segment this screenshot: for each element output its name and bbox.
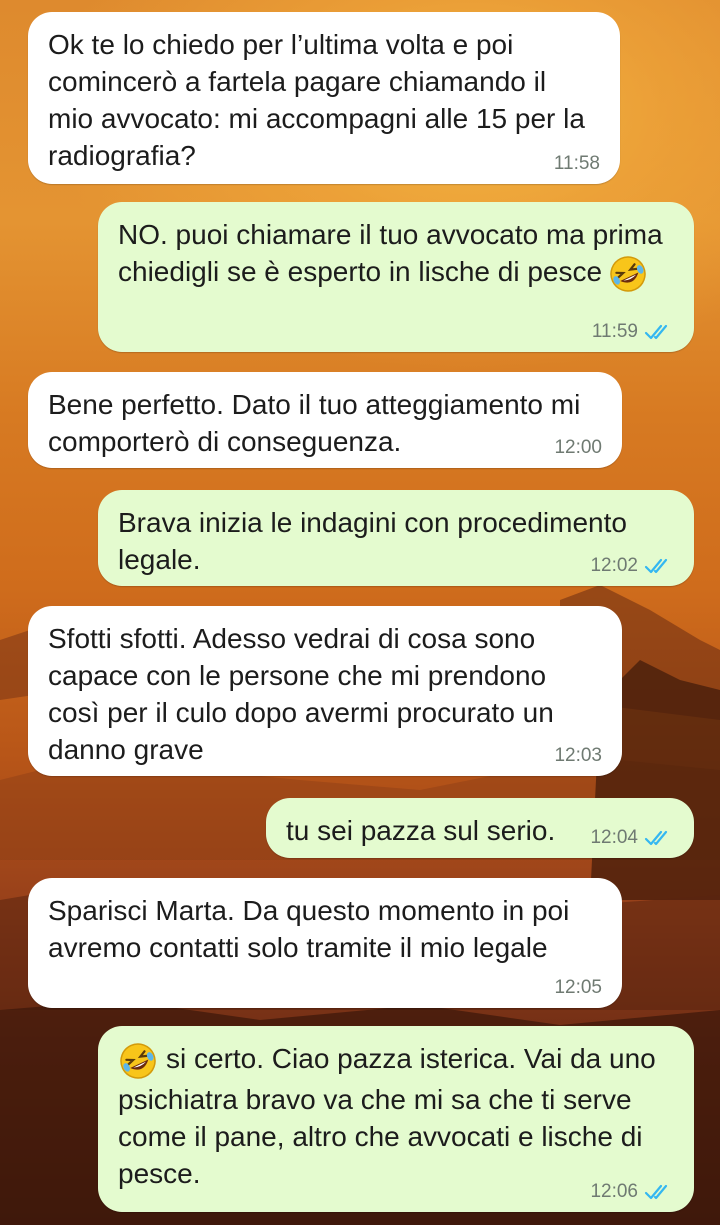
message-text-body: NO. puoi chiamare il tuo avvocato ma pri…: [118, 219, 663, 287]
read-receipt-icon: [644, 830, 668, 846]
read-receipt-icon: [644, 1184, 668, 1200]
message-time: 12:04: [590, 827, 638, 848]
message-text: NO. puoi chiamare il tuo avvocato ma pri…: [118, 216, 672, 294]
message-text: Brava inizia le indagini con procediment…: [118, 507, 627, 575]
message-bubble-incoming[interactable]: Sfotti sfotti. Adesso vedrai di cosa son…: [28, 606, 622, 776]
rolling-on-floor-laughing-emoji: [120, 1042, 156, 1079]
message-bubble-outgoing[interactable]: Brava inizia le indagini con procediment…: [98, 490, 694, 586]
message-text: Bene perfetto. Dato il tuo atteggiamento…: [48, 389, 581, 457]
read-receipt-icon: [644, 324, 668, 340]
message-meta: 12:02: [590, 556, 674, 576]
message-meta: 12:03: [554, 746, 602, 766]
message-time: 12:00: [554, 437, 602, 458]
message-meta: 12:05: [554, 978, 602, 998]
message-text: Sfotti sfotti. Adesso vedrai di cosa son…: [48, 623, 554, 765]
message-bubble-incoming[interactable]: Sparisci Marta. Da questo momento in poi…: [28, 878, 622, 1008]
message-text: si certo. Ciao pazza isterica. Vai da un…: [118, 1040, 672, 1192]
message-text-body: si certo. Ciao pazza isterica. Vai da un…: [118, 1043, 656, 1189]
read-receipt-icon: [644, 558, 668, 574]
message-bubble-outgoing[interactable]: si certo. Ciao pazza isterica. Vai da un…: [98, 1026, 694, 1212]
message-text: Sparisci Marta. Da questo momento in poi…: [48, 895, 570, 963]
message-bubble-outgoing[interactable]: NO. puoi chiamare il tuo avvocato ma pri…: [98, 202, 694, 352]
message-time: 12:03: [554, 745, 602, 766]
message-meta: 12:00: [554, 438, 602, 458]
message-meta: 12:04: [590, 828, 674, 848]
message-time: 11:59: [591, 321, 638, 342]
message-time: 12:06: [590, 1181, 638, 1202]
chat-conversation: Ok te lo chiedo per l’ultima volta e poi…: [0, 0, 720, 1225]
rolling-on-floor-laughing-emoji: [610, 255, 646, 292]
message-bubble-incoming[interactable]: Ok te lo chiedo per l’ultima volta e poi…: [28, 12, 620, 184]
message-time: 11:58: [553, 153, 600, 174]
message-time: 12:02: [590, 555, 638, 576]
message-time: 12:05: [554, 977, 602, 998]
message-meta: 11:58: [554, 154, 600, 174]
message-meta: 12:06: [590, 1182, 674, 1202]
message-meta: 11:59: [592, 322, 674, 342]
message-text: Ok te lo chiedo per l’ultima volta e poi…: [48, 29, 585, 171]
message-bubble-outgoing[interactable]: tu sei pazza sul serio. 12:04: [266, 798, 694, 858]
message-bubble-incoming[interactable]: Bene perfetto. Dato il tuo atteggiamento…: [28, 372, 622, 468]
